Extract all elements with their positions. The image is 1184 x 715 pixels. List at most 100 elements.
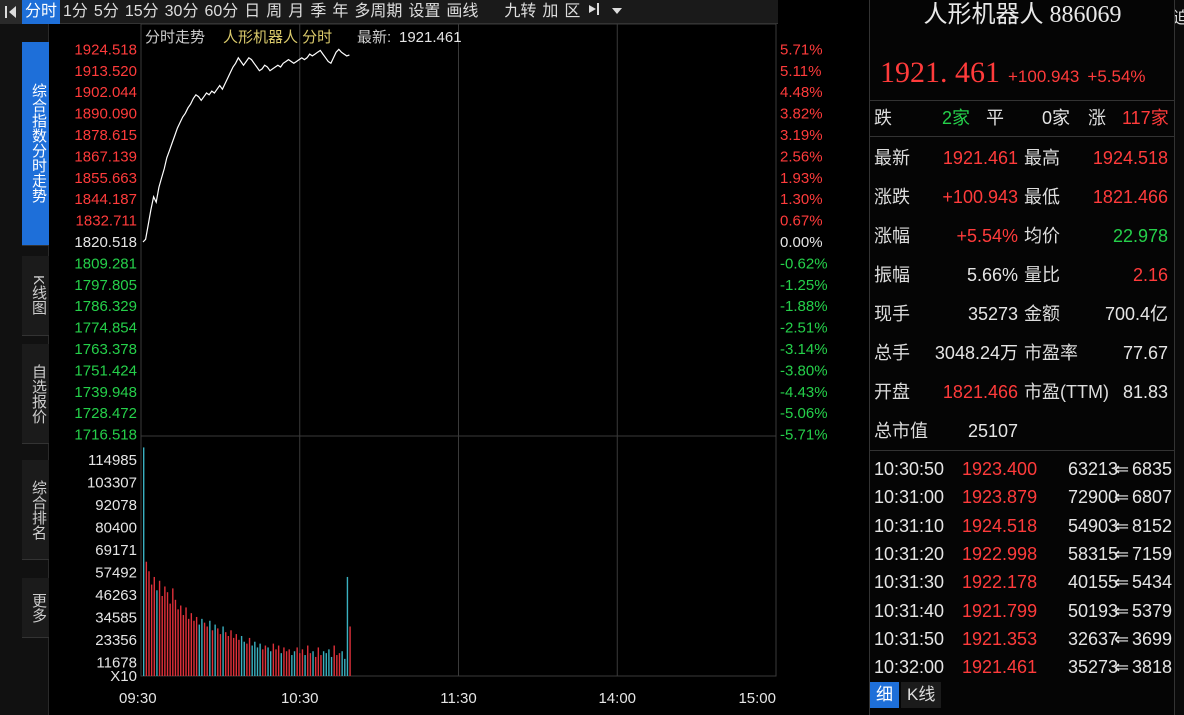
volume-bar — [198, 624, 200, 676]
period-tab[interactable]: 月 — [285, 0, 307, 24]
vtab-watchlist[interactable]: 自选报价 — [22, 344, 49, 444]
volume-bar — [217, 628, 219, 676]
volume-bar — [148, 571, 150, 676]
stat-label: 量比 — [1024, 265, 1060, 285]
price-tick-label: 1774.854 — [74, 320, 137, 337]
volume-bar — [251, 645, 253, 676]
tick-row: 10:31:40 1921.799 50193 ⇐ 5379 — [870, 597, 1175, 625]
volume-bar — [291, 655, 293, 676]
price-row: 1921. 461 +100.943 +5.54% — [870, 56, 1175, 92]
period-tab[interactable]: 分时 — [22, 0, 61, 24]
period-tab[interactable]: 多周期 — [351, 0, 405, 24]
volume-bar — [177, 609, 179, 676]
volume-bar — [169, 603, 171, 676]
tick-price: 1923.879 — [962, 487, 1038, 508]
stat-label: 总市值 — [874, 421, 928, 441]
stat-label: 最新 — [874, 148, 910, 168]
collapse-left-icon[interactable] — [0, 0, 22, 24]
tick-vol: 54903 — [1068, 515, 1119, 536]
tick-arrow: ⇐ — [1114, 487, 1130, 508]
period-tab[interactable]: 60分 — [201, 0, 241, 24]
volume-bar — [182, 615, 185, 676]
volume-bar — [209, 620, 211, 676]
x-tick-label: 14:00 — [598, 690, 636, 707]
x-tick-label: 09:30 — [119, 690, 157, 707]
tick-time: 10:31:30 — [874, 572, 945, 593]
stat-value: +5.54% — [956, 226, 1018, 246]
volume-bar — [158, 580, 161, 676]
tool-tab[interactable]: 加 — [539, 0, 561, 24]
pct-tick-label: -5.71% — [780, 427, 828, 444]
volume-unit-label: X10 — [110, 668, 137, 685]
tick-row: 10:31:00 1923.879 72900 ⇐ 6807 — [870, 483, 1175, 511]
stat-value: +100.943 — [942, 187, 1018, 207]
tick-arrow: ⇐ — [1114, 657, 1130, 678]
vtab-ranking[interactable]: 综合排名 — [22, 460, 49, 560]
period-tab[interactable]: 季 — [307, 0, 329, 24]
chart-header-title: 分时走势 — [145, 29, 205, 46]
tick-arrow: ⇐ — [1114, 459, 1130, 479]
pct-tick-label: 3.19% — [780, 127, 823, 144]
period-tab[interactable]: 1分 — [60, 0, 91, 24]
panel-tab[interactable]: K线 — [901, 682, 942, 708]
tick-time: 10:31:20 — [874, 543, 945, 564]
volume-bar — [277, 645, 280, 676]
pct-tick-label: -0.62% — [780, 255, 828, 272]
pct-tick-label: 3.82% — [780, 106, 823, 123]
volume-bar — [232, 637, 235, 676]
chart-header-latest-value: 1921.461 — [399, 29, 462, 46]
tool-tab[interactable]: 区 — [561, 0, 583, 24]
volume-bar — [203, 622, 206, 676]
period-tab[interactable]: 周 — [263, 0, 285, 24]
tick-arrow: ⇐ — [1114, 572, 1130, 593]
x-tick-label: 11:30 — [440, 690, 476, 707]
panel-tab[interactable]: 细 — [870, 682, 899, 708]
volume-bar — [180, 605, 182, 676]
price-tick-label: 1751.424 — [74, 362, 137, 379]
volume-bar — [150, 584, 153, 676]
tool-tab[interactable]: 九转 — [501, 0, 539, 24]
intraday-chart[interactable]: 1924.518 5.71% 1913.520 5.11% 1902.044 4.48% 1… — [49, 24, 869, 715]
price-tick-label: 1913.520 — [74, 63, 137, 80]
volume-tick-label: 103307 — [87, 475, 137, 492]
tick-time: 10:32:00 — [874, 657, 945, 678]
volume-bar — [280, 653, 282, 676]
period-tab[interactable]: 年 — [329, 0, 351, 24]
tick-arrow: ⇐ — [1114, 628, 1130, 649]
volume-bar — [259, 643, 261, 676]
stat-label: 涨跌 — [874, 187, 910, 207]
volume-bar — [214, 624, 216, 676]
period-tab[interactable]: 30分 — [162, 0, 202, 24]
tick-time: 10:30:50 — [874, 459, 945, 479]
stat-value: 77.67 — [1122, 343, 1168, 363]
volume-bar — [256, 647, 259, 676]
period-tab[interactable]: 画线 — [443, 0, 481, 24]
vtab-kline[interactable]: K线图 — [22, 256, 49, 336]
volume-bar — [344, 658, 346, 676]
tool-tabs: 九转加区 — [501, 0, 583, 24]
period-tab[interactable]: 日 — [241, 0, 263, 24]
period-tab[interactable]: 15分 — [122, 0, 162, 24]
volume-bar — [283, 647, 285, 676]
tick-time: 10:31:40 — [874, 600, 945, 621]
pct-tick-label: -1.88% — [780, 298, 828, 315]
pin-right-icon[interactable] — [583, 0, 607, 24]
vtab-more[interactable]: 更多 — [22, 578, 49, 638]
tick-price: 1921.461 — [962, 657, 1038, 678]
volume-bar — [304, 655, 306, 676]
tick-row: 10:30:50 1923.400 63213 ⇐ 6835 — [870, 455, 1175, 483]
stat-value: 3048.24万 — [934, 343, 1018, 363]
period-tab[interactable]: 设置 — [405, 0, 443, 24]
volume-bar — [187, 618, 190, 676]
dropdown-chevron-icon[interactable] — [607, 0, 627, 24]
price-change-pct: +5.54% — [1087, 67, 1146, 86]
tick-num: 8152 — [1132, 515, 1173, 536]
tick-time: 10:31:10 — [874, 515, 945, 536]
tick-num: 6807 — [1132, 487, 1173, 508]
period-tab[interactable]: 5分 — [91, 0, 122, 24]
stat-value: 5.66% — [966, 265, 1018, 285]
volume-bar — [254, 641, 256, 676]
price-tick-label: 1832.711 — [76, 213, 137, 230]
vtab-index-intraday[interactable]: 综合指数分时走势 — [22, 42, 49, 246]
price-tick-label: 1902.044 — [74, 84, 137, 101]
